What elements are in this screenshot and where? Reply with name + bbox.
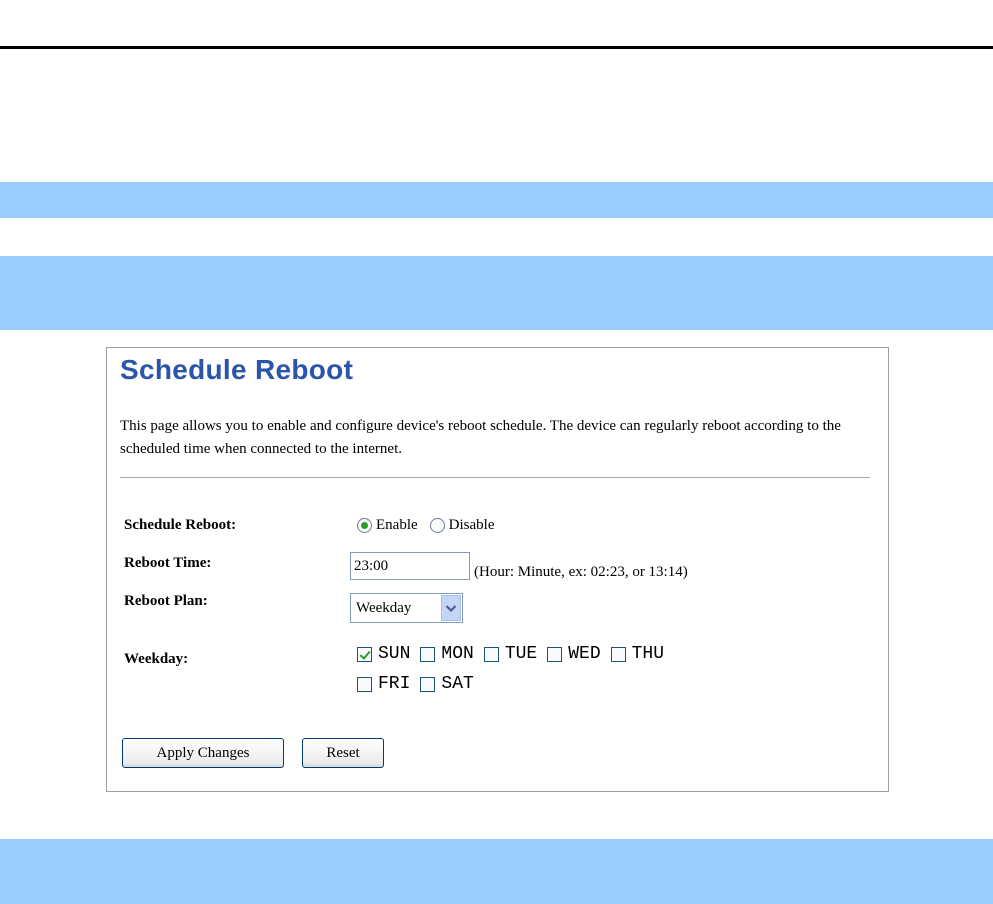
- reset-button[interactable]: Reset: [302, 738, 384, 768]
- page-title: Schedule Reboot: [120, 354, 354, 385]
- day-thu-label: THU: [631, 644, 665, 664]
- reboot-plan-select[interactable]: Weekday: [350, 593, 463, 623]
- highlight-band-2: [0, 256, 993, 330]
- day-sun[interactable]: SUN: [357, 644, 410, 664]
- weekday-checkbox-group: SUN MON TUE WED THU FRI SAT: [357, 639, 674, 699]
- schedule-reboot-panel: Schedule Reboot This page allows you to …: [106, 347, 889, 792]
- schedule-radio-group: Enable Disable: [357, 517, 506, 534]
- day-tue[interactable]: TUE: [483, 644, 538, 664]
- enable-radio-label[interactable]: Enable: [376, 517, 418, 534]
- day-sat-checkbox[interactable]: [420, 676, 436, 692]
- day-fri-label: FRI: [378, 674, 411, 694]
- day-wed-checkbox[interactable]: [547, 646, 563, 662]
- reboot-time-label: Reboot Time:: [124, 555, 212, 571]
- highlight-band-1: [0, 182, 993, 218]
- day-fri-checkbox[interactable]: [357, 676, 372, 692]
- day-tue-label: TUE: [504, 644, 538, 664]
- weekday-label: Weekday:: [124, 651, 189, 667]
- disable-radio-label[interactable]: Disable: [449, 517, 495, 534]
- highlight-band-3: [0, 839, 993, 904]
- day-wed-label: WED: [568, 644, 601, 664]
- apply-changes-button[interactable]: Apply Changes: [122, 738, 284, 768]
- divider: [120, 477, 870, 478]
- day-mon-label: MON: [441, 644, 474, 664]
- page-description: This page allows you to enable and confi…: [120, 418, 841, 457]
- reboot-time-hint: (Hour: Minute, ex: 02:23, or 13:14): [474, 564, 688, 580]
- disable-radio[interactable]: [429, 518, 445, 533]
- chevron-down-icon[interactable]: [441, 595, 461, 621]
- reboot-plan-value: Weekday: [356, 599, 412, 616]
- chevron-down-glyph: [445, 604, 457, 612]
- day-fri[interactable]: FRI: [357, 674, 410, 694]
- day-mon[interactable]: MON: [420, 644, 474, 664]
- day-thu-checkbox[interactable]: [610, 646, 626, 662]
- day-tue-checkbox[interactable]: [483, 646, 499, 662]
- day-sat-label: SAT: [441, 674, 474, 694]
- schedule-reboot-label: Schedule Reboot:: [124, 517, 237, 533]
- day-sat[interactable]: SAT: [420, 674, 474, 694]
- day-mon-checkbox[interactable]: [420, 646, 436, 662]
- reboot-time-input[interactable]: [350, 552, 470, 580]
- day-wed[interactable]: WED: [547, 644, 601, 664]
- top-rule: [0, 46, 993, 49]
- day-sun-checkbox[interactable]: [357, 646, 372, 662]
- weekday-row-1: SUN MON TUE WED THU: [357, 639, 674, 669]
- weekday-row-2: FRI SAT: [357, 669, 674, 699]
- reboot-plan-label: Reboot Plan:: [124, 593, 208, 609]
- enable-radio[interactable]: [357, 518, 372, 533]
- page: Schedule Reboot This page allows you to …: [0, 0, 993, 904]
- day-thu[interactable]: THU: [610, 644, 665, 664]
- day-sun-label: SUN: [378, 644, 411, 664]
